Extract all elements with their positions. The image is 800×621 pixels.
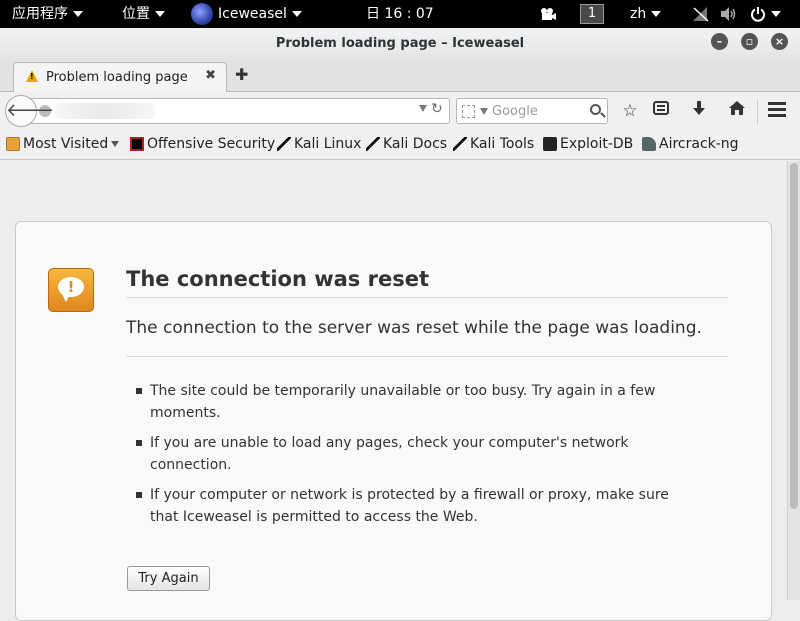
reload-icon[interactable]: ↻ bbox=[431, 101, 443, 117]
bookmark-label: Kali Tools bbox=[470, 136, 535, 152]
url-bar[interactable]: ↻ bbox=[30, 98, 450, 124]
vertical-scrollbar[interactable] bbox=[787, 161, 800, 600]
clock-label: 日 16 : 07 bbox=[366, 6, 434, 22]
close-tab-icon[interactable]: ✖ bbox=[205, 68, 216, 83]
network-disconnected-icon[interactable] bbox=[692, 0, 710, 28]
chevron-down-icon bbox=[771, 11, 781, 17]
tab-strip: ! Problem loading page ✖ ✚ bbox=[0, 60, 800, 93]
list-item: If you are unable to load any pages, che… bbox=[136, 432, 696, 476]
error-suggestions: The site could be temporarily unavailabl… bbox=[136, 380, 696, 536]
bookmark-exploit-db[interactable]: Exploit-DB bbox=[543, 136, 633, 152]
power-menu[interactable] bbox=[750, 0, 781, 28]
try-again-button[interactable]: Try Again bbox=[127, 566, 210, 591]
url-text-redacted bbox=[55, 103, 155, 119]
window-title: Problem loading page – Iceweasel bbox=[275, 36, 525, 51]
bookmark-offensive-security[interactable]: Offensive Security bbox=[130, 136, 275, 152]
error-card: ! The connection was reset The connectio… bbox=[15, 221, 772, 621]
video-camera-icon[interactable] bbox=[540, 0, 556, 28]
input-method-menu[interactable]: zh bbox=[630, 0, 662, 28]
iceweasel-logo-icon bbox=[191, 3, 213, 25]
tab-problem-loading[interactable]: ! Problem loading page ✖ bbox=[13, 62, 227, 93]
folder-icon bbox=[6, 137, 20, 151]
error-subtitle: The connection to the server was reset w… bbox=[126, 318, 728, 357]
minimize-button[interactable]: – bbox=[711, 33, 728, 50]
error-title: The connection was reset bbox=[126, 267, 728, 298]
new-tab-button[interactable]: ✚ bbox=[235, 65, 248, 84]
scrollbar-thumb[interactable] bbox=[790, 163, 798, 509]
search-engine-dropdown-icon[interactable] bbox=[480, 108, 488, 115]
kali-dragon-icon bbox=[366, 137, 380, 151]
power-icon bbox=[751, 7, 765, 22]
bookmark-label: Kali Docs bbox=[383, 136, 448, 152]
back-button[interactable]: 🡐 bbox=[5, 95, 54, 127]
bookmarks-toolbar: Most Visited Offensive Security Kali Lin… bbox=[0, 130, 800, 160]
bookmark-label: Most Visited bbox=[23, 136, 109, 152]
workspace-number: 1 bbox=[580, 4, 604, 24]
applications-menu[interactable]: 应用程序 bbox=[12, 0, 83, 28]
places-menu[interactable]: 位置 bbox=[122, 0, 165, 28]
exploit-db-icon bbox=[543, 137, 557, 151]
search-input[interactable] bbox=[492, 102, 584, 120]
error-speech-bubble-icon: ! bbox=[48, 268, 94, 312]
list-item: If your computer or network is protected… bbox=[136, 484, 696, 528]
bookmark-aircrack-ng[interactable]: Aircrack-ng bbox=[642, 136, 739, 152]
url-history-dropdown-icon[interactable] bbox=[419, 105, 427, 112]
window-titlebar[interactable]: Problem loading page – Iceweasel – ▫ × bbox=[0, 28, 800, 60]
search-bar[interactable] bbox=[456, 98, 608, 124]
app-menu[interactable]: Iceweasel bbox=[191, 0, 302, 28]
bookmark-label: Aircrack-ng bbox=[659, 136, 739, 152]
navigation-toolbar: ↻ 🡐 ☆ bbox=[0, 92, 800, 130]
toolbar-separator bbox=[757, 100, 758, 124]
gnome-top-bar: 应用程序 位置 Iceweasel 日 16 : 07 1 zh bbox=[0, 0, 800, 28]
home-icon[interactable] bbox=[726, 100, 748, 122]
workspace-indicator[interactable]: 1 bbox=[580, 0, 604, 28]
chevron-down-icon bbox=[651, 11, 662, 17]
app-menu-label: Iceweasel bbox=[218, 6, 287, 22]
chevron-down-icon bbox=[291, 11, 302, 17]
bookmarks-menu-icon[interactable] bbox=[650, 100, 672, 122]
maximize-button[interactable]: ▫ bbox=[741, 33, 758, 50]
bookmark-kali-docs[interactable]: Kali Docs bbox=[366, 136, 447, 152]
tab-label: Problem loading page bbox=[46, 70, 188, 85]
search-engine-icon[interactable] bbox=[462, 105, 475, 118]
close-window-button[interactable]: × bbox=[771, 33, 788, 50]
bookmark-label: Exploit-DB bbox=[560, 136, 634, 152]
kali-dragon-icon bbox=[277, 137, 291, 151]
chevron-down-icon bbox=[111, 141, 120, 147]
offensive-security-icon bbox=[130, 137, 144, 151]
downloads-icon[interactable] bbox=[688, 100, 710, 122]
search-icon[interactable] bbox=[590, 104, 601, 115]
volume-icon[interactable] bbox=[720, 0, 738, 28]
clock[interactable]: 日 16 : 07 bbox=[366, 0, 434, 28]
chevron-down-icon bbox=[155, 11, 165, 17]
bookmark-star-icon[interactable]: ☆ bbox=[619, 100, 641, 122]
aircrack-icon bbox=[642, 137, 656, 151]
list-item: The site could be temporarily unavailabl… bbox=[136, 380, 696, 424]
bookmark-most-visited[interactable]: Most Visited bbox=[6, 136, 120, 152]
warning-mark: ! bbox=[30, 72, 34, 81]
hamburger-menu-icon[interactable] bbox=[768, 102, 786, 118]
bookmark-kali-tools[interactable]: Kali Tools bbox=[453, 136, 534, 152]
applications-menu-label: 应用程序 bbox=[12, 6, 68, 22]
bookmark-label: Kali Linux bbox=[294, 136, 362, 152]
bookmark-kali-linux[interactable]: Kali Linux bbox=[277, 136, 361, 152]
kali-dragon-icon bbox=[453, 137, 467, 151]
places-menu-label: 位置 bbox=[122, 6, 150, 22]
bookmark-label: Offensive Security bbox=[147, 136, 276, 152]
input-method-label: zh bbox=[630, 6, 647, 22]
chevron-down-icon bbox=[73, 11, 83, 17]
page-content: ! The connection was reset The connectio… bbox=[0, 161, 787, 621]
